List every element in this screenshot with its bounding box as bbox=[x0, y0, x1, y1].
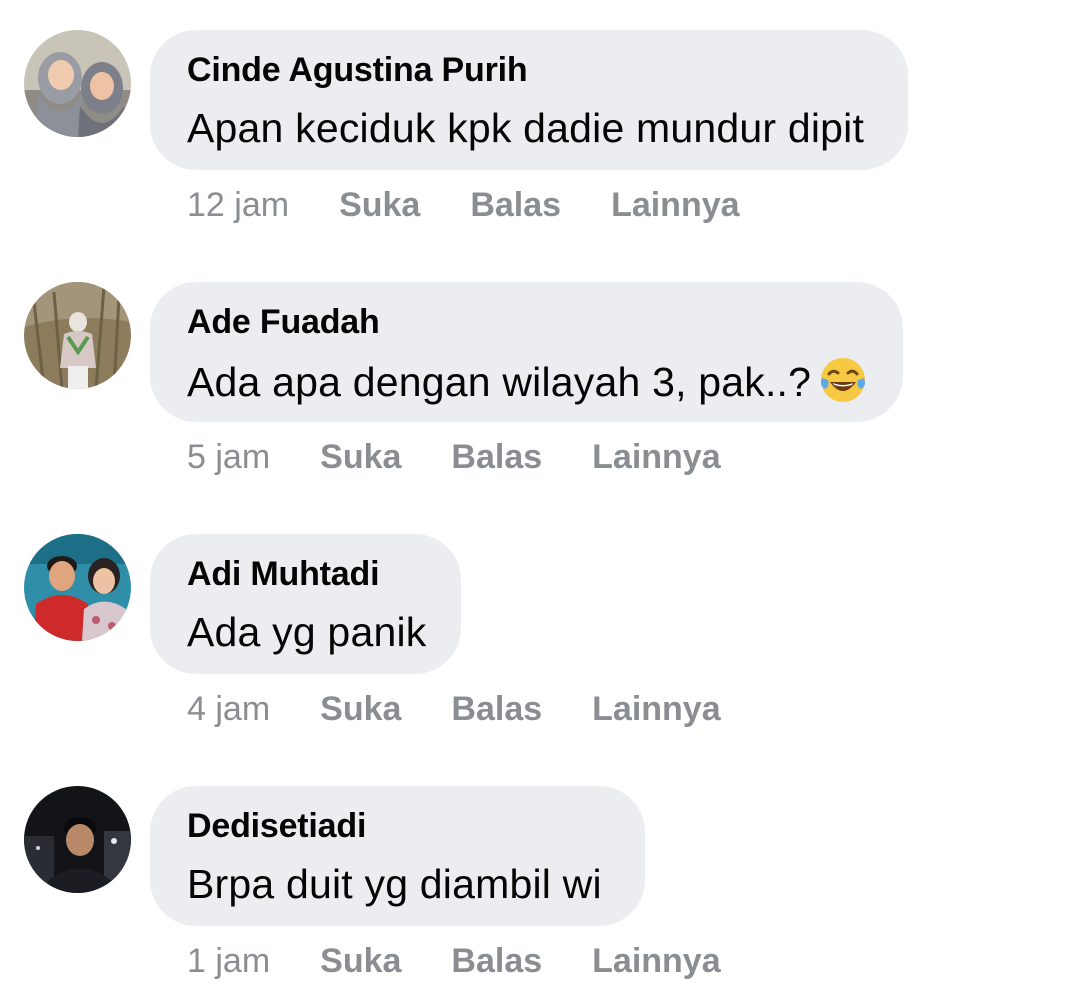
reply-button[interactable]: Balas bbox=[451, 690, 542, 729]
more-button[interactable]: Lainnya bbox=[592, 942, 720, 981]
comment-author[interactable]: Dedisetiadi bbox=[187, 806, 609, 846]
like-button[interactable]: Suka bbox=[339, 186, 420, 225]
comment-actions: 12 jam Suka Balas Lainnya bbox=[187, 184, 740, 226]
like-button[interactable]: Suka bbox=[320, 690, 401, 729]
comment-text: Brpa duit yg diambil wi bbox=[187, 861, 602, 907]
comment-time[interactable]: 4 jam bbox=[187, 690, 270, 729]
like-button[interactable]: Suka bbox=[320, 942, 401, 981]
avatar[interactable] bbox=[24, 30, 131, 137]
comment-bubble: Adi Muhtadi Ada yg panik bbox=[150, 534, 461, 674]
avatar[interactable] bbox=[24, 786, 131, 893]
comment-time[interactable]: 5 jam bbox=[187, 438, 270, 477]
comment-bubble: Cinde Agustina Purih Apan keciduk kpk da… bbox=[150, 30, 908, 170]
comment-author[interactable]: Adi Muhtadi bbox=[187, 554, 425, 594]
profile-photo bbox=[24, 282, 131, 389]
comment-item: Adi Muhtadi Ada yg panik 4 jam Suka Bala… bbox=[0, 504, 1080, 756]
profile-photo bbox=[24, 534, 131, 641]
comment-text: Ada apa dengan wilayah 3, pak..? bbox=[187, 356, 867, 414]
comment-item: Cinde Agustina Purih Apan keciduk kpk da… bbox=[0, 0, 1080, 252]
comment-time[interactable]: 1 jam bbox=[187, 942, 270, 981]
more-button[interactable]: Lainnya bbox=[592, 690, 720, 729]
reply-button[interactable]: Balas bbox=[451, 942, 542, 981]
comment-author[interactable]: Ade Fuadah bbox=[187, 302, 867, 342]
tears-of-joy-emoji-icon bbox=[819, 356, 867, 414]
comment-bubble: Ade Fuadah Ada apa dengan wilayah 3, pak… bbox=[150, 282, 903, 422]
like-button[interactable]: Suka bbox=[320, 438, 401, 477]
comment-author[interactable]: Cinde Agustina Purih bbox=[187, 50, 872, 90]
comment-actions: 4 jam Suka Balas Lainnya bbox=[187, 688, 721, 730]
comment-time[interactable]: 12 jam bbox=[187, 186, 289, 225]
more-button[interactable]: Lainnya bbox=[611, 186, 739, 225]
comment-text: Apan keciduk kpk dadie mundur dipit bbox=[187, 105, 865, 151]
more-button[interactable]: Lainnya bbox=[592, 438, 720, 477]
reply-button[interactable]: Balas bbox=[451, 438, 542, 477]
comment-actions: 5 jam Suka Balas Lainnya bbox=[187, 436, 721, 478]
comment-item: Ade Fuadah Ada apa dengan wilayah 3, pak… bbox=[0, 252, 1080, 504]
comment-text-content: Ada apa dengan wilayah 3, pak..? bbox=[187, 359, 812, 405]
profile-photo bbox=[24, 30, 131, 137]
reply-button[interactable]: Balas bbox=[470, 186, 561, 225]
comment-item: Dedisetiadi Brpa duit yg diambil wi 1 ja… bbox=[0, 756, 1080, 1008]
comment-actions: 1 jam Suka Balas Lainnya bbox=[187, 940, 721, 982]
avatar[interactable] bbox=[24, 282, 131, 389]
avatar[interactable] bbox=[24, 534, 131, 641]
comment-bubble: Dedisetiadi Brpa duit yg diambil wi bbox=[150, 786, 645, 926]
comment-text: Ada yg panik bbox=[187, 609, 427, 655]
profile-photo bbox=[24, 786, 131, 893]
